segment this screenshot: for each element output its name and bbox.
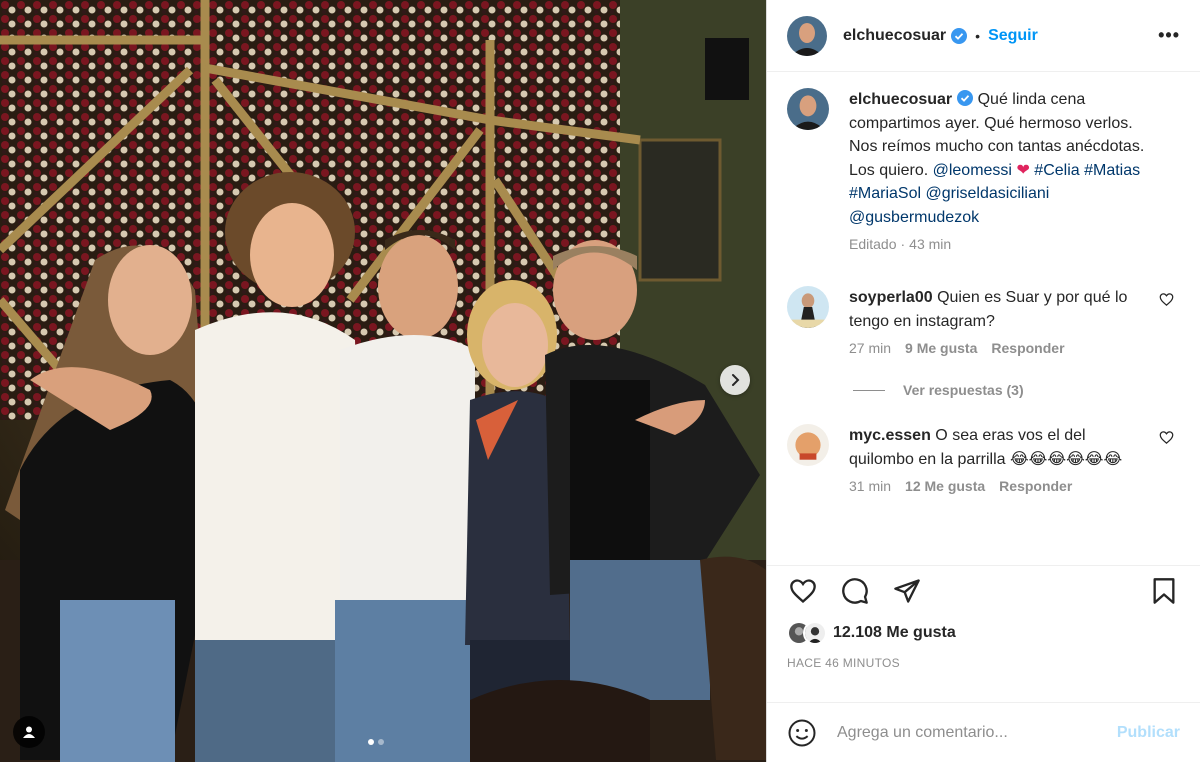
- comment-meta: 31 min 12 Me gusta Responder: [849, 478, 1149, 494]
- comment-text: soyperla00 Quien es Suar y por qué lo te…: [849, 286, 1149, 333]
- replies-line: [853, 389, 885, 391]
- publish-button[interactable]: Publicar: [1117, 724, 1180, 742]
- verified-badge-icon: [951, 27, 968, 44]
- comment-input[interactable]: [837, 723, 1117, 742]
- carousel-dot: [368, 739, 374, 745]
- mention-griseldasiciliani[interactable]: @griseldasiciliani: [925, 185, 1049, 202]
- heart-outline-icon[interactable]: [1159, 430, 1174, 445]
- liker-avatar: [803, 621, 827, 645]
- more-options-button[interactable]: •••: [1158, 25, 1180, 46]
- author-avatar[interactable]: [787, 15, 827, 56]
- comment-likes[interactable]: 12 Me gusta: [905, 478, 985, 494]
- comment-button[interactable]: [839, 575, 871, 607]
- likes-count[interactable]: 12.108 Me gusta: [833, 624, 956, 642]
- heart-icon: [790, 579, 816, 604]
- post-timestamp: HACE 46 MINUTOS: [787, 656, 900, 670]
- comment-time: 31 min: [849, 478, 892, 494]
- meta-dot: ·: [900, 236, 906, 252]
- bookmark-icon: [1153, 578, 1175, 604]
- avatar-image: [787, 424, 829, 466]
- emoji-icon[interactable]: [787, 718, 817, 748]
- avatar-image: [787, 88, 829, 130]
- post-photo[interactable]: [0, 0, 766, 762]
- comment-time: 27 min: [849, 340, 892, 356]
- verified-badge-icon: [957, 90, 974, 106]
- view-replies-label: Ver respuestas (3): [903, 382, 1024, 398]
- mention-leomessi[interactable]: @leomessi: [933, 162, 1012, 179]
- carousel-dot: [378, 739, 384, 745]
- save-button[interactable]: [1148, 575, 1180, 607]
- send-icon: [894, 579, 920, 603]
- post-header: elchuecosuar • Seguir •••: [767, 0, 1200, 72]
- mention-gusbermudezok[interactable]: @gusbermudezok: [849, 209, 979, 226]
- reply-button[interactable]: Responder: [999, 478, 1072, 494]
- instagram-post: elchuecosuar • Seguir ••• elchuecosuar Q…: [0, 0, 1200, 762]
- action-bar: [787, 566, 1180, 616]
- comment-text: myc.essen O sea eras vos el del quilombo…: [849, 424, 1149, 471]
- commenter-avatar[interactable]: [787, 286, 829, 328]
- group-photo-illustration: [0, 0, 766, 762]
- heart-outline-icon[interactable]: [1159, 292, 1174, 307]
- caption-author[interactable]: elchuecosuar: [849, 91, 952, 108]
- comment-item: myc.essen O sea eras vos el del quilombo…: [787, 424, 1180, 494]
- edited-label: Editado: [849, 236, 897, 252]
- reply-button[interactable]: Responder: [991, 340, 1064, 356]
- tagged-users-button[interactable]: [13, 716, 45, 748]
- author-username[interactable]: elchuecosuar: [843, 27, 946, 45]
- carousel-indicator: [368, 739, 384, 745]
- add-comment-bar: Publicar: [767, 702, 1200, 762]
- caption-time: 43 min: [909, 236, 952, 252]
- view-replies-button[interactable]: Ver respuestas (3): [853, 382, 1180, 398]
- post-actions: 12.108 Me gusta HACE 46 MINUTOS: [767, 565, 1200, 670]
- caption-author-avatar[interactable]: [787, 88, 829, 130]
- share-button[interactable]: [891, 575, 923, 607]
- comment-likes[interactable]: 9 Me gusta: [905, 340, 977, 356]
- like-button[interactable]: [787, 575, 819, 607]
- avatar-image: [787, 15, 827, 56]
- comment-meta: 27 min 9 Me gusta Responder: [849, 340, 1149, 356]
- avatar-image: [787, 286, 829, 328]
- comment-icon: [842, 578, 868, 604]
- heart-emoji: ❤: [1016, 161, 1030, 179]
- header-separator: •: [975, 27, 981, 44]
- chevron-right-icon: [732, 374, 740, 386]
- likes-summary[interactable]: 12.108 Me gusta: [787, 618, 1180, 648]
- comment-username[interactable]: soyperla00: [849, 289, 933, 306]
- caption-meta: Editado · 43 min: [849, 236, 1149, 252]
- user-icon: [23, 726, 35, 738]
- comment-item: soyperla00 Quien es Suar y por qué lo te…: [787, 286, 1180, 356]
- next-photo-button[interactable]: [720, 365, 750, 395]
- follow-button[interactable]: Seguir: [988, 27, 1038, 45]
- commenter-avatar[interactable]: [787, 424, 829, 466]
- comment-username[interactable]: myc.essen: [849, 427, 931, 444]
- caption-text: elchuecosuar Qué linda cena compartimos …: [849, 88, 1149, 229]
- caption: elchuecosuar Qué linda cena compartimos …: [787, 88, 1180, 252]
- comments-section: elchuecosuar Qué linda cena compartimos …: [767, 88, 1200, 494]
- post-side-panel: elchuecosuar • Seguir ••• elchuecosuar Q…: [766, 0, 1200, 762]
